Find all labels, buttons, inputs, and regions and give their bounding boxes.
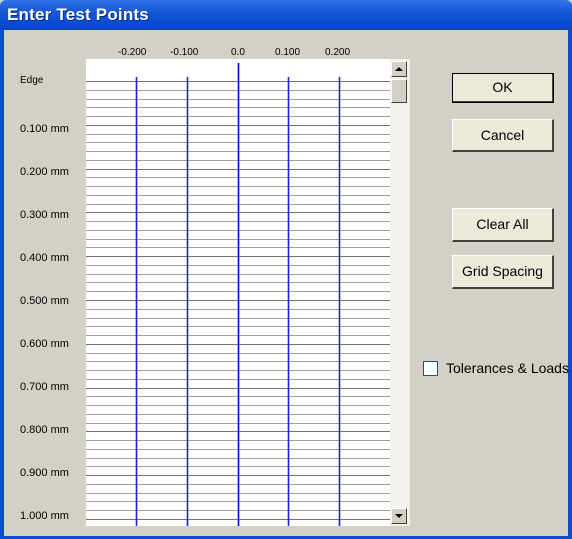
row-label: 0.200 mm	[20, 166, 69, 178]
scroll-thumb[interactable]	[391, 79, 407, 103]
row-label: 0.400 mm	[20, 252, 69, 264]
tolerances-loads-label: Tolerances & Loads	[446, 360, 569, 376]
clear-all-button[interactable]: Clear All	[452, 208, 554, 242]
row-label: 0.800 mm	[20, 424, 69, 436]
grid-lines	[86, 63, 390, 526]
row-label: 0.900 mm	[20, 467, 69, 479]
test-point-grid[interactable]	[86, 59, 390, 526]
vertical-scrollbar[interactable]	[390, 59, 410, 526]
row-label: 0.600 mm	[20, 338, 69, 350]
window-frame-right	[568, 30, 572, 539]
cancel-button[interactable]: Cancel	[452, 119, 554, 152]
arrow-down-icon	[395, 514, 403, 518]
row-label: 0.300 mm	[20, 209, 69, 221]
enter-test-points-dialog: Enter Test Points -0.200 -0.100 0.0 0.10…	[0, 0, 572, 539]
column-label: -0.200	[118, 47, 147, 58]
row-label-edge: Edge	[20, 75, 44, 86]
scroll-up-button[interactable]	[391, 61, 407, 77]
row-label: 0.100 mm	[20, 123, 69, 135]
window-frame-left	[0, 30, 4, 539]
grid-spacing-button[interactable]: Grid Spacing	[452, 255, 554, 289]
column-label: 0.0	[231, 47, 245, 58]
arrow-up-icon	[395, 67, 403, 71]
row-label: 0.700 mm	[20, 381, 69, 393]
row-label: 1.000 mm	[20, 510, 69, 522]
column-label: 0.100	[275, 47, 301, 58]
scroll-down-button[interactable]	[391, 508, 407, 524]
column-label: -0.100	[170, 47, 199, 58]
row-label: 0.500 mm	[20, 295, 69, 307]
window-title: Enter Test Points	[7, 5, 149, 24]
column-label: 0.200	[325, 47, 351, 58]
ok-button[interactable]: OK	[452, 73, 554, 103]
title-bar[interactable]: Enter Test Points	[0, 0, 572, 30]
tolerances-loads-checkbox[interactable]	[423, 361, 438, 376]
